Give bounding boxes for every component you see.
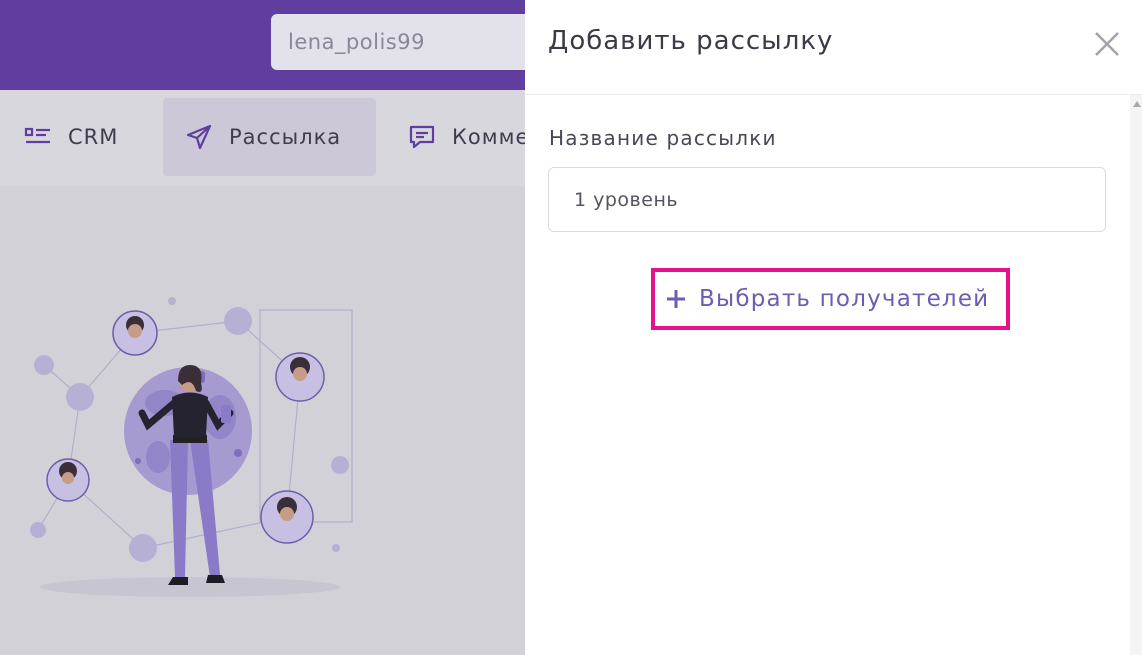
nav-item-crm[interactable]: CRM [24,98,118,176]
drawer-title: Добавить рассылку [548,26,834,56]
mailing-name-label: Название рассылки [549,126,777,150]
select-recipients-label: Выбрать получателей [699,286,990,312]
add-mailing-drawer: Добавить рассылку Название рассылки Выбр… [525,0,1142,655]
chat-icon [408,123,436,151]
network-illustration [30,297,353,597]
nav-item-label: CRM [68,125,119,149]
scrollbar[interactable] [1130,95,1142,655]
list-card-icon [24,123,52,151]
nav-item-comments[interactable]: Комме [408,98,529,176]
paper-plane-icon [185,123,213,151]
scroll-up-arrow-icon[interactable] [1133,101,1141,107]
plus-icon [665,288,687,310]
close-button[interactable] [1092,29,1122,59]
nav-item-label: Комме [452,125,530,149]
nav-item-mailing[interactable]: Рассылка [163,98,376,176]
mailing-name-input[interactable] [548,167,1106,232]
select-recipients-button[interactable]: Выбрать получателей [651,268,1010,330]
close-icon [1095,32,1119,56]
drawer-header: Добавить рассылку [525,0,1142,95]
nav-item-label: Рассылка [229,125,342,149]
